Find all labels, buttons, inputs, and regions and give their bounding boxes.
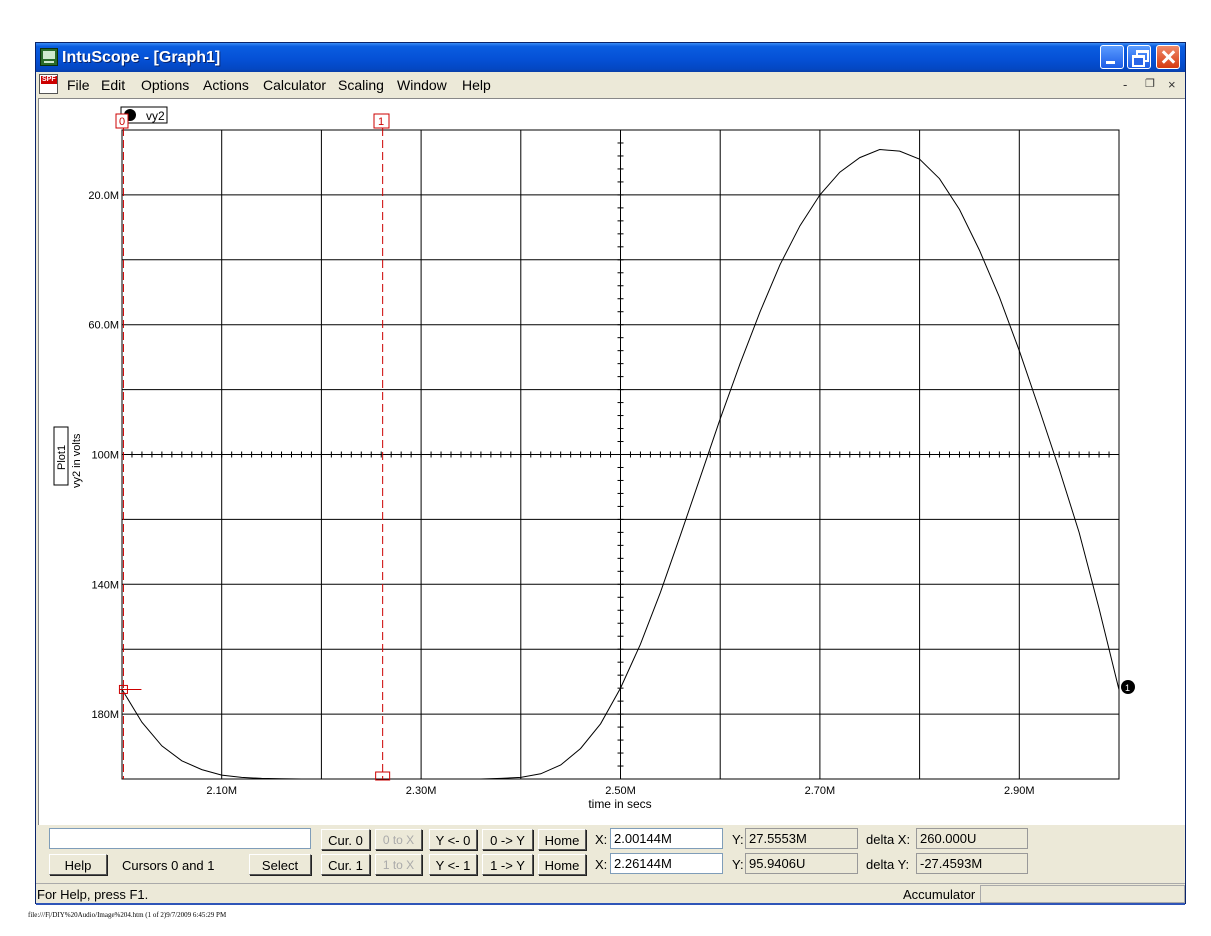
status-accumulator-pane — [980, 885, 1185, 903]
cursor-1-label: 1 — [378, 116, 384, 128]
y-from-1-button[interactable]: Y <- 1 — [429, 854, 477, 875]
zero-to-y-button[interactable]: 0 -> Y — [482, 829, 533, 850]
x-tick-label: 2.70M — [805, 785, 836, 797]
y0-field: 27.5553M — [745, 828, 858, 849]
y-tick-label: 180M — [91, 709, 119, 721]
delta-y-label: delta Y: — [866, 857, 910, 872]
y-tick-label: 140M — [91, 579, 119, 591]
cursor-control-panel: Help Cursors 0 and 1 Select Cur. 0 Cur. … — [36, 825, 1185, 883]
y-tick-label: 60.0M — [88, 320, 119, 332]
home-button-0[interactable]: Home — [538, 829, 586, 850]
cursors-text: Cursors 0 and 1 — [122, 858, 215, 873]
select-button[interactable]: Select — [249, 854, 311, 875]
cur0-button[interactable]: Cur. 0 — [321, 829, 370, 850]
plot-grid — [121, 129, 1120, 780]
trace-legend-label: vy2 — [146, 109, 165, 123]
plot-name: Plot1 — [56, 445, 68, 470]
x1-field[interactable]: 2.26144M — [610, 853, 723, 874]
y-tick-label: 100M — [91, 450, 119, 462]
delta-x-label: delta X: — [866, 832, 911, 847]
home-button-1[interactable]: Home — [538, 854, 586, 875]
expression-input[interactable] — [49, 828, 311, 849]
x1-label: X: — [595, 857, 608, 872]
one-to-y-button[interactable]: 1 -> Y — [482, 854, 533, 875]
chart[interactable]: 180M 140M 100M 60.0M 20.0M 2.10M 2.30M 2.50M 2.7… — [0, 0, 1211, 936]
x-axis-label: time in secs — [588, 797, 651, 811]
axis-tick-labels: 180M 140M 100M 60.0M 20.0M 2.10M 2.30M 2.50M 2.7… — [88, 190, 1034, 797]
y-from-0-button[interactable]: Y <- 0 — [429, 829, 477, 850]
x-tick-label: 2.90M — [1004, 785, 1035, 797]
help-button[interactable]: Help — [49, 854, 107, 875]
delta-y-field: -27.4593M — [916, 853, 1028, 874]
x-tick-label: 2.30M — [406, 785, 437, 797]
cur1-button[interactable]: Cur. 1 — [321, 854, 370, 875]
status-bar: For Help, press F1. Accumulator — [36, 883, 1185, 904]
trace-end-marker-label: 1 — [1125, 683, 1130, 693]
y1-field: 95.9406U — [745, 853, 858, 874]
window-bottom-border — [36, 903, 1185, 905]
one-to-x-button[interactable]: 1 to X — [375, 854, 422, 875]
zero-to-x-button[interactable]: 0 to X — [375, 829, 422, 850]
y-tick-label: 20.0M — [88, 190, 119, 202]
y-axis-label: vy2 in volts — [71, 433, 83, 488]
y0-label: Y: — [732, 832, 744, 847]
page-footer: file:///F|/DIY%20Audio/Image%204.htm (1 … — [28, 911, 227, 919]
delta-x-field: 260.000U — [916, 828, 1028, 849]
x-tick-label: 2.10M — [206, 785, 237, 797]
x0-label: X: — [595, 832, 608, 847]
y1-label: Y: — [732, 857, 744, 872]
x-tick-label: 2.50M — [605, 785, 636, 797]
cursor-0-label: 0 — [119, 116, 125, 128]
status-accumulator: Accumulator — [903, 887, 976, 902]
status-help-text: For Help, press F1. — [37, 887, 149, 902]
x0-field[interactable]: 2.00144M — [610, 828, 723, 849]
